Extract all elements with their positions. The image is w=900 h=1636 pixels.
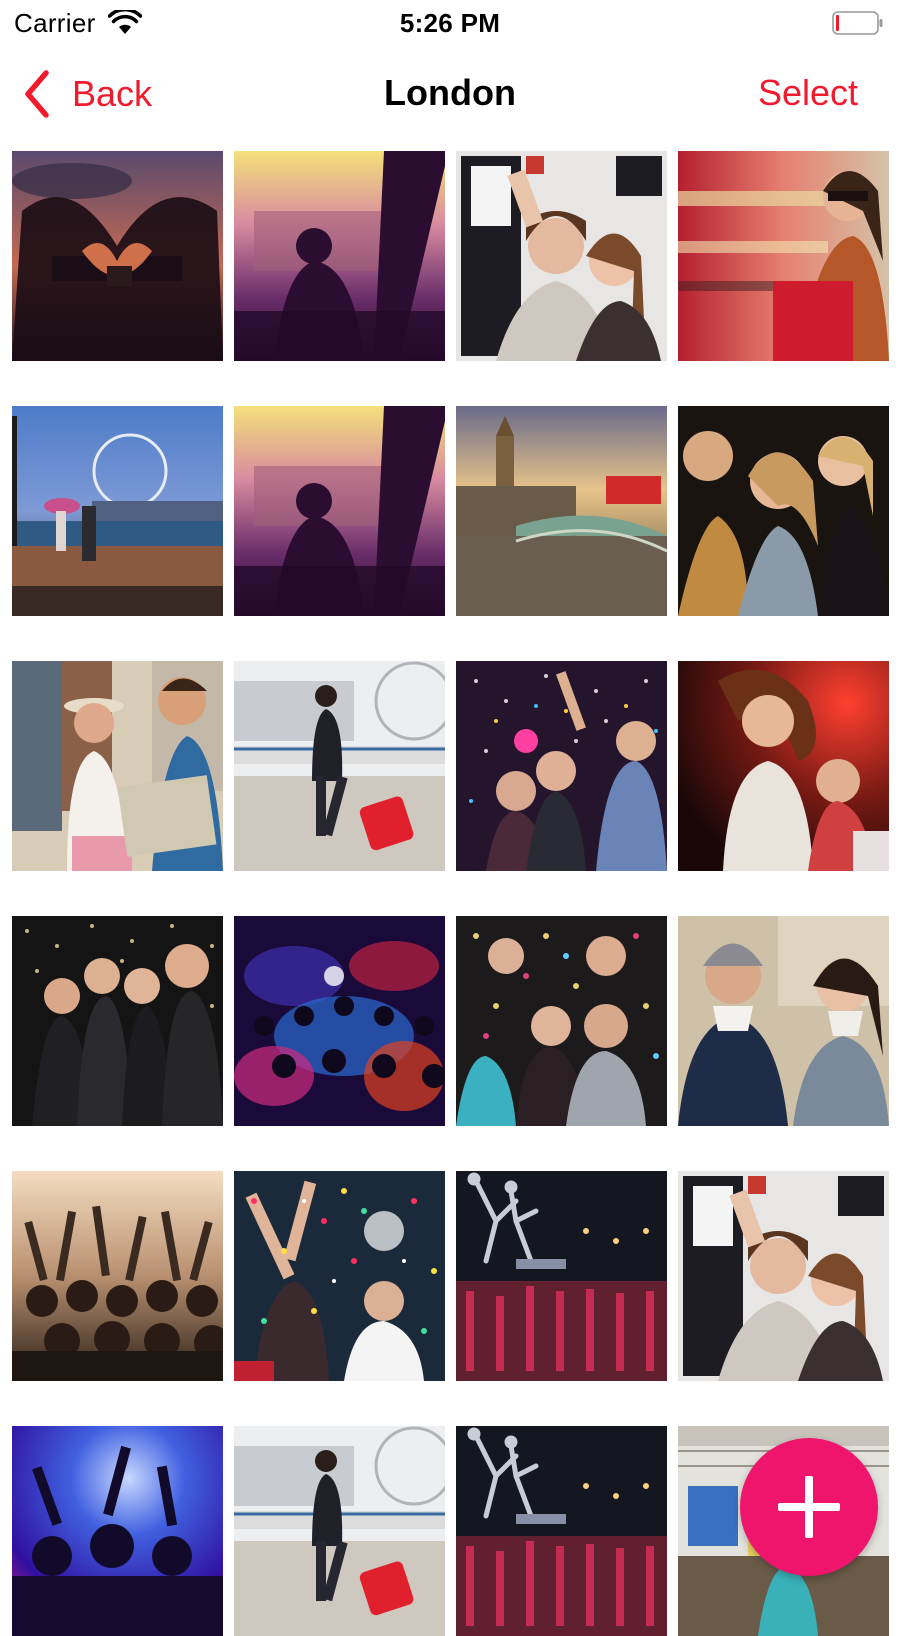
photo-tile[interactable] bbox=[12, 916, 223, 1126]
photo-tile[interactable] bbox=[234, 661, 445, 871]
photo-tile[interactable] bbox=[12, 406, 223, 616]
photo-tile[interactable] bbox=[678, 1171, 889, 1381]
status-bar: Carrier 5:26 PM bbox=[0, 0, 900, 48]
status-time: 5:26 PM bbox=[399, 8, 501, 38]
photo-tile[interactable] bbox=[456, 151, 667, 361]
photo-tile[interactable] bbox=[234, 406, 445, 616]
photo-tile[interactable] bbox=[456, 916, 667, 1126]
photo-tile[interactable] bbox=[456, 661, 667, 871]
navigation-bar: Back London Select bbox=[0, 48, 900, 138]
select-button[interactable]: Select bbox=[758, 72, 858, 114]
battery-icon bbox=[832, 11, 883, 35]
photo-tile[interactable] bbox=[12, 1426, 223, 1636]
photo-tile[interactable] bbox=[678, 661, 889, 871]
photo-tile[interactable] bbox=[234, 916, 445, 1126]
add-button[interactable] bbox=[740, 1438, 878, 1576]
photo-tile[interactable] bbox=[12, 151, 223, 361]
plus-icon bbox=[778, 1476, 840, 1538]
photo-tile[interactable] bbox=[234, 1426, 445, 1636]
photo-tile[interactable] bbox=[234, 151, 445, 361]
photo-tile[interactable] bbox=[456, 406, 667, 616]
photo-tile[interactable] bbox=[456, 1171, 667, 1381]
photo-tile[interactable] bbox=[234, 1171, 445, 1381]
photo-tile[interactable] bbox=[678, 916, 889, 1126]
photo-tile[interactable] bbox=[456, 1426, 667, 1636]
photo-tile[interactable] bbox=[12, 661, 223, 871]
photo-tile[interactable] bbox=[12, 1171, 223, 1381]
photo-tile[interactable] bbox=[678, 406, 889, 616]
photo-tile[interactable] bbox=[678, 151, 889, 361]
